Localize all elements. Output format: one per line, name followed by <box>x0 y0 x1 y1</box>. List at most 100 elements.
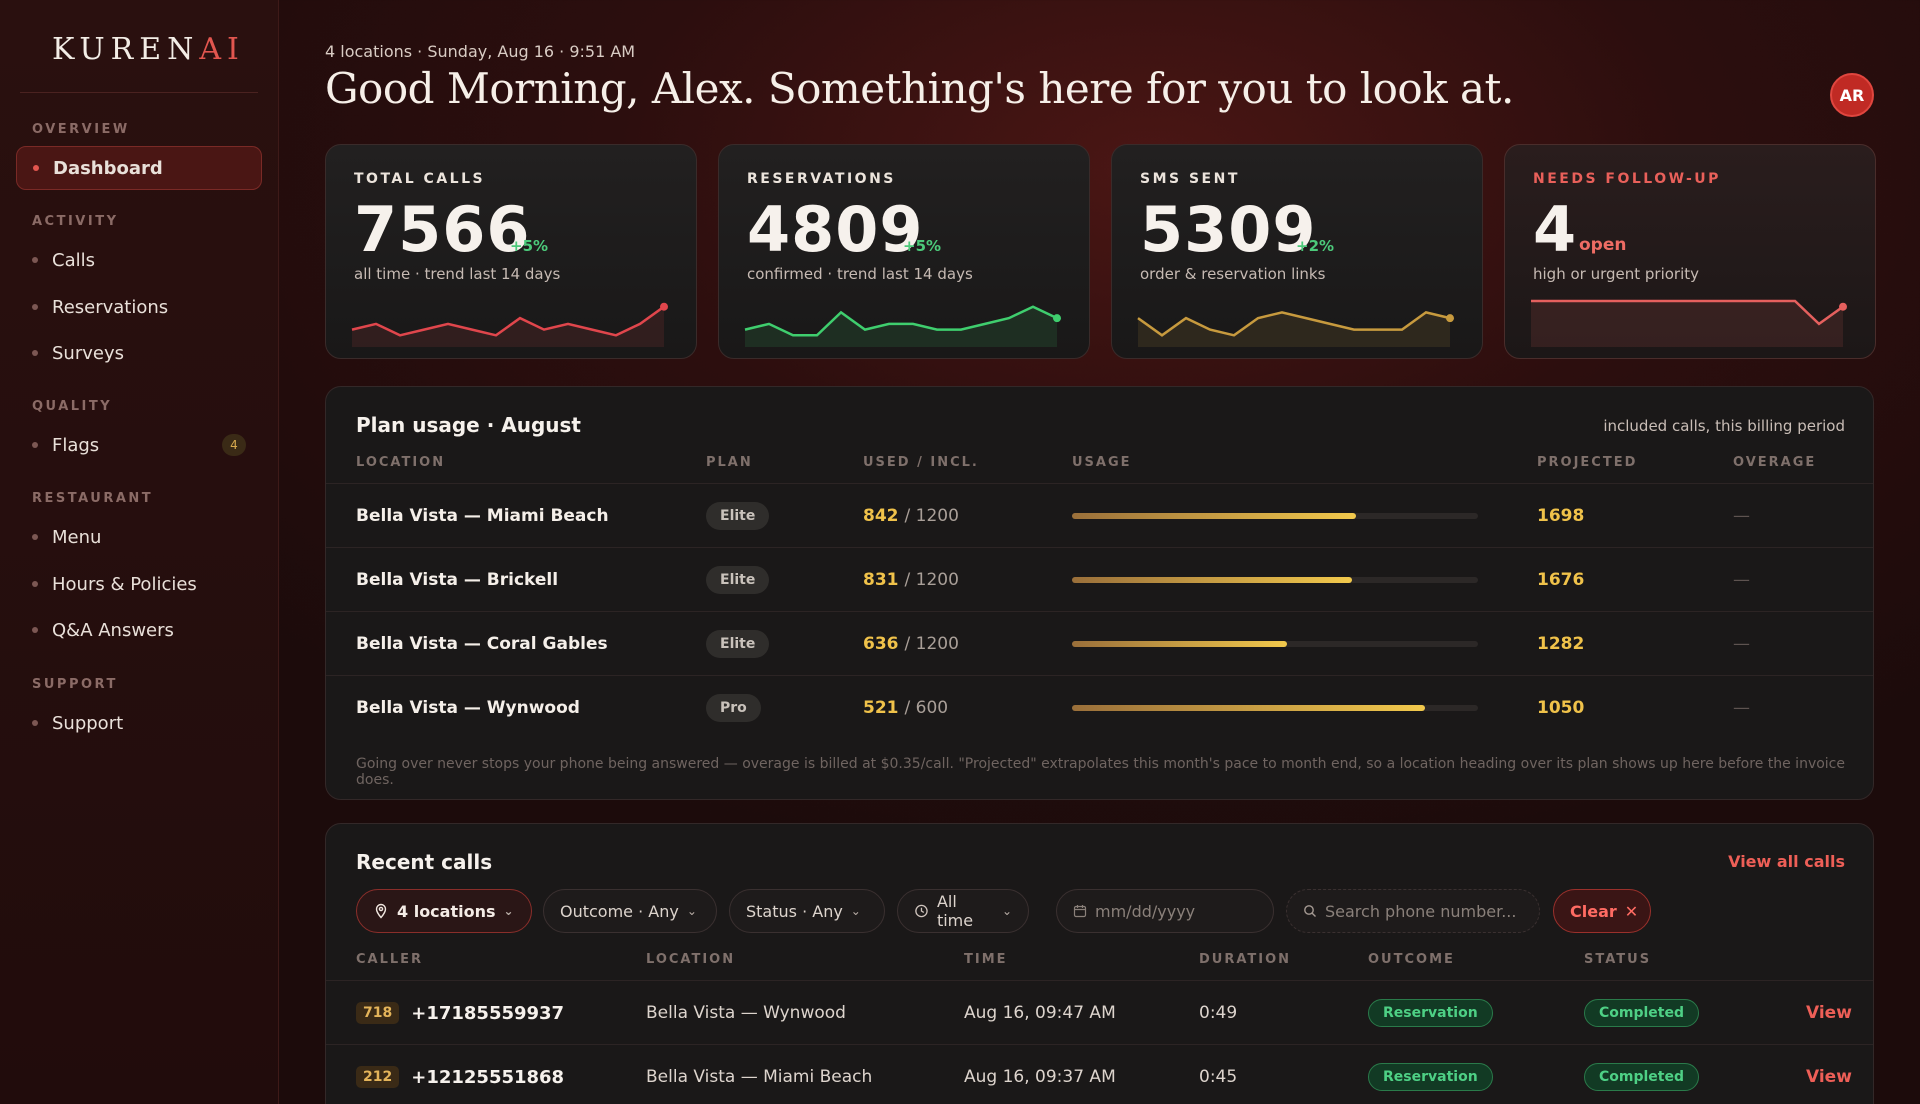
flags-count-badge: 4 <box>222 434 246 456</box>
overage-value: — <box>1733 634 1750 654</box>
date-placeholder: mm/dd/yyyy <box>1095 901 1196 921</box>
phone-search-input[interactable]: Search phone number... <box>1286 889 1540 933</box>
recent-calls-panel: Recent calls View all calls 4 locations … <box>325 823 1874 1104</box>
panel-title: Recent calls <box>356 850 493 874</box>
view-call-link[interactable]: View <box>1806 1067 1852 1087</box>
table-row[interactable]: Bella Vista — Brickell Elite 831/ 1200 1… <box>326 547 1873 611</box>
locations-filter[interactable]: 4 locations ⌄ <box>356 889 532 933</box>
sidebar-item-label: Hours & Policies <box>52 573 197 595</box>
table-row[interactable]: Bella Vista — Wynwood Pro 521/ 600 1050 … <box>326 675 1873 739</box>
location-name: Bella Vista — Brickell <box>356 570 559 590</box>
sidebar: KURENAI OVERVIEW Dashboard ACTIVITY Call… <box>0 0 279 1104</box>
clear-label: Clear <box>1570 901 1617 921</box>
call-location: Bella Vista — Wynwood <box>646 1003 846 1023</box>
stat-label: TOTAL CALLS <box>354 171 486 187</box>
outcome-filter[interactable]: Outcome · Any ⌄ <box>543 889 717 933</box>
caller-phone: +12125551868 <box>411 1066 565 1088</box>
location-pin-icon <box>375 903 387 919</box>
stat-label: RESERVATIONS <box>747 171 896 187</box>
column-header: LOCATION <box>646 952 736 967</box>
column-header: OUTCOME <box>1368 952 1455 967</box>
filter-label: 4 locations <box>397 901 496 921</box>
view-call-link[interactable]: View <box>1806 1003 1852 1023</box>
sparkline-follow-up <box>1531 299 1847 347</box>
chevron-down-icon: ⌄ <box>850 904 861 918</box>
table-row[interactable]: 718 +17185559937 Bella Vista — Wynwood Au… <box>326 980 1873 1044</box>
table-row[interactable]: 212 +12125551868 Bella Vista — Miami Beac… <box>326 1044 1873 1104</box>
column-header: CALLER <box>356 952 424 967</box>
panel-note: included calls, this billing period <box>1603 417 1845 435</box>
sidebar-item-reservations[interactable]: Reservations <box>16 285 262 329</box>
stat-card-reservations[interactable]: RESERVATIONS 4809 +5% confirmed · trend … <box>718 144 1090 359</box>
column-header: TIME <box>964 952 1008 967</box>
sidebar-item-flags[interactable]: Flags 4 <box>16 423 262 467</box>
time-filter[interactable]: All time ⌄ <box>897 889 1029 933</box>
brand-logo[interactable]: KURENAI <box>52 32 245 67</box>
sparkline-area <box>1531 301 1843 347</box>
stat-card-needs-follow-up[interactable]: NEEDS FOLLOW-UP 4 open high or urgent pr… <box>1504 144 1876 359</box>
clock-icon <box>915 904 928 918</box>
stat-caption: confirmed · trend last 14 days <box>747 265 973 283</box>
call-duration: 0:45 <box>1199 1067 1238 1087</box>
bullet-icon <box>32 304 38 310</box>
plan-footnote: Going over never stops your phone being … <box>356 756 1845 788</box>
status-filter[interactable]: Status · Any ⌄ <box>729 889 885 933</box>
table-row[interactable]: Bella Vista — Miami Beach Elite 842/ 120… <box>326 483 1873 547</box>
sidebar-item-dashboard[interactable]: Dashboard <box>16 146 262 190</box>
brand-accent: AI <box>199 32 245 67</box>
stat-delta: +2% <box>1296 237 1335 255</box>
user-avatar[interactable]: AR <box>1830 73 1874 117</box>
sparkline-sms-sent <box>1137 311 1454 347</box>
projected-count: 1698 <box>1537 506 1585 526</box>
search-icon <box>1304 905 1316 917</box>
page-title: Good Morning, Alex. Something's here for… <box>325 64 1514 113</box>
stat-value: 5309 <box>1140 193 1317 266</box>
sidebar-item-qa-answers[interactable]: Q&A Answers <box>16 608 262 652</box>
status-badge: Completed <box>1584 1063 1700 1091</box>
chevron-down-icon: ⌄ <box>686 904 697 918</box>
column-header: PROJECTED <box>1537 455 1638 470</box>
stat-card-total-calls[interactable]: TOTAL CALLS 7566 +5% all time · trend la… <box>325 144 697 359</box>
sparkline-total-calls <box>351 302 668 347</box>
date-input[interactable]: mm/dd/yyyy <box>1056 889 1274 933</box>
chevron-down-icon: ⌄ <box>1001 904 1012 918</box>
header-subtitle: 4 locations · Sunday, Aug 16 · 9:51 AM <box>325 42 636 61</box>
sparkline-endpoint <box>1839 302 1847 311</box>
usage-bar <box>1072 513 1478 519</box>
sidebar-item-calls[interactable]: Calls <box>16 238 262 282</box>
bullet-icon <box>32 720 38 726</box>
included-count: / 600 <box>904 698 949 718</box>
sidebar-item-label: Calls <box>52 249 95 271</box>
usage-bar <box>1072 641 1478 647</box>
sidebar-item-support[interactable]: Support <box>16 701 262 745</box>
stat-delta: open <box>1579 235 1627 255</box>
stat-caption: high or urgent priority <box>1533 265 1700 283</box>
sidebar-item-menu[interactable]: Menu <box>16 515 262 559</box>
bullet-icon <box>32 350 38 356</box>
call-time: Aug 16, 09:37 AM <box>964 1067 1116 1087</box>
stat-card-sms-sent[interactable]: SMS SENT 5309 +2% order & reservation li… <box>1111 144 1483 359</box>
plan-badge: Pro <box>706 694 761 722</box>
panel-title: Plan usage · August <box>356 413 581 437</box>
bullet-icon <box>32 581 38 587</box>
nav-section-activity: ACTIVITY <box>32 214 119 229</box>
sidebar-item-hours-policies[interactable]: Hours & Policies <box>16 562 262 606</box>
sidebar-item-label: Reservations <box>52 296 169 318</box>
plan-badge: Elite <box>706 630 770 658</box>
included-count: / 1200 <box>904 506 959 526</box>
view-all-calls-link[interactable]: View all calls <box>1728 852 1845 871</box>
stat-value: 7566 <box>354 193 531 266</box>
table-row[interactable]: Bella Vista — Coral Gables Elite 636/ 12… <box>326 611 1873 675</box>
sparkline-endpoint <box>1053 314 1061 323</box>
usage-bar-fill <box>1072 513 1357 519</box>
used-count: 831 <box>863 570 899 590</box>
column-header: DURATION <box>1199 952 1292 967</box>
call-location: Bella Vista — Miami Beach <box>646 1067 873 1087</box>
included-count: / 1200 <box>904 634 959 654</box>
projected-count: 1050 <box>1537 698 1585 718</box>
nav-section-support: SUPPORT <box>32 677 118 692</box>
sidebar-item-surveys[interactable]: Surveys <box>16 331 262 375</box>
clear-filters-button[interactable]: Clear ✕ <box>1553 889 1651 933</box>
used-count: 842 <box>863 506 899 526</box>
call-time: Aug 16, 09:47 AM <box>964 1003 1116 1023</box>
